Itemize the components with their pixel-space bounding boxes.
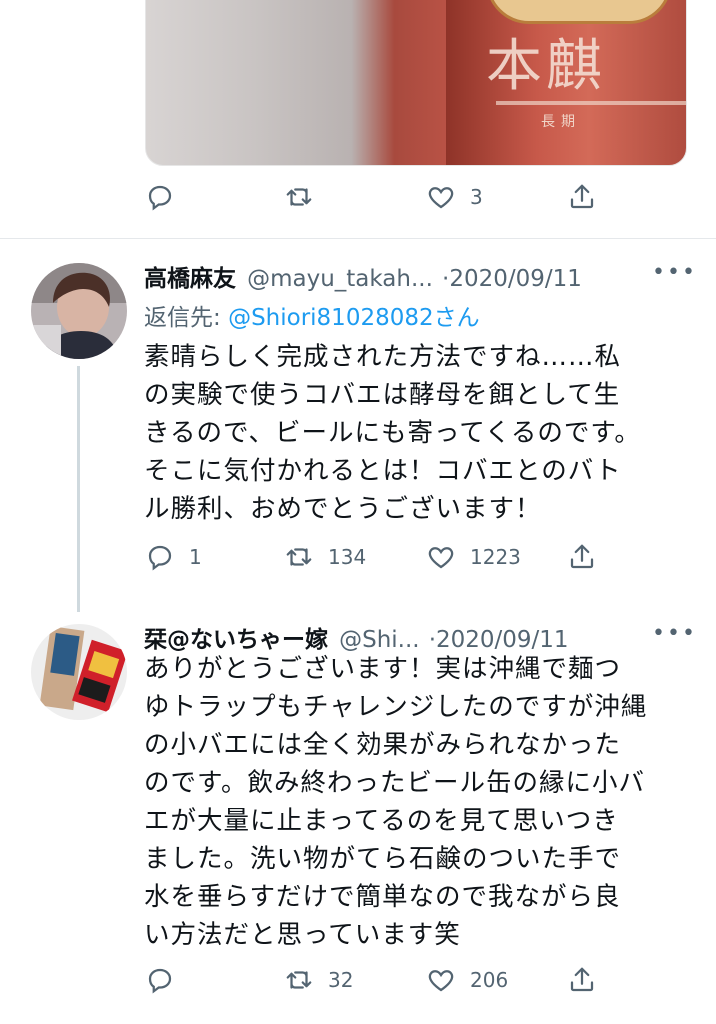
tweet-text-line: のです。飲み終わったビール缶の縁に小バ bbox=[144, 768, 645, 798]
tweet-text-line: 素晴らしく完成された方法ですね……私 bbox=[144, 342, 622, 372]
tweet-header: 栞@ないちゃー嫁 @Shi... ·2020/09/11 bbox=[144, 620, 569, 654]
tweet-text: ありがとうございます！実は沖縄で麺つ ゆトラップもチャレンジしたのですが沖縄 の… bbox=[144, 650, 704, 954]
share-icon bbox=[570, 967, 594, 992]
tweet-text-line: い方法だと思っています笑 bbox=[144, 920, 461, 950]
tweet-text: 素晴らしく完成された方法ですね……私 の実験で使うコバエは酵母を餌として生 きる… bbox=[144, 338, 704, 528]
like-count: 1223 bbox=[470, 545, 521, 569]
retweet-icon bbox=[286, 971, 312, 989]
heart-icon bbox=[428, 187, 454, 209]
like-button[interactable]: 3 bbox=[426, 182, 483, 212]
avatar[interactable] bbox=[31, 263, 127, 359]
tweet-text-line: きるので、ビールにも寄ってくるのです。 bbox=[144, 418, 641, 448]
more-icon[interactable]: ••• bbox=[652, 260, 697, 285]
tweet-text-line: ました。洗い物がてら石鹸のついた手で bbox=[144, 844, 622, 874]
reply-count: 1 bbox=[189, 545, 202, 569]
tweet-text-line: そこに気付かれるとは！コバエとのバト bbox=[144, 456, 622, 486]
reply-button[interactable] bbox=[145, 965, 189, 995]
tweet-text-line: ありがとうございます！実は沖縄で麺つ bbox=[144, 654, 622, 684]
share-icon bbox=[570, 184, 594, 209]
heart-icon bbox=[428, 970, 454, 992]
reply-to-label: 返信先: bbox=[144, 305, 221, 331]
tweet-text-line: の実験で使うコバエは酵母を餌として生 bbox=[144, 380, 621, 410]
avatar-image bbox=[31, 263, 127, 359]
reply-icon bbox=[148, 185, 172, 211]
reply-icon bbox=[148, 545, 172, 571]
thread-connector bbox=[77, 366, 80, 612]
tweet-text-line: エが大量に止まってるのを見て思いつき bbox=[144, 806, 619, 836]
retweet-icon bbox=[286, 188, 312, 206]
share-button[interactable] bbox=[567, 965, 597, 995]
tweet-header: 高橋麻友 @mayu_takah... ·2020/09/11 bbox=[144, 259, 582, 293]
share-icon bbox=[570, 544, 594, 569]
tweet-date[interactable]: 2020/09/11 bbox=[449, 266, 582, 292]
tweet-photo[interactable]: 本麒 長期 bbox=[145, 0, 687, 166]
share-button[interactable] bbox=[567, 542, 597, 572]
can-label-text: 本麒 bbox=[486, 34, 606, 99]
like-button[interactable]: 1223 bbox=[426, 542, 521, 572]
tweet-text-line: 水を垂らすだけで簡単なので我ながら良 bbox=[144, 882, 621, 912]
reply-button[interactable]: 1 bbox=[145, 542, 202, 572]
avatar-image bbox=[31, 624, 127, 720]
retweet-icon bbox=[286, 548, 312, 566]
retweet-button[interactable]: 134 bbox=[284, 542, 366, 572]
like-count: 206 bbox=[470, 968, 509, 992]
can-label-small-text: 長期 bbox=[541, 114, 581, 130]
share-button[interactable] bbox=[567, 182, 597, 212]
more-icon[interactable]: ••• bbox=[652, 621, 697, 646]
like-button[interactable]: 206 bbox=[426, 965, 508, 995]
like-count: 3 bbox=[470, 185, 483, 209]
reply-icon bbox=[148, 968, 172, 994]
handle[interactable]: @mayu_takah... bbox=[247, 266, 433, 292]
heart-icon bbox=[428, 547, 454, 569]
retweet-count: 32 bbox=[328, 968, 354, 992]
tweet-divider bbox=[0, 238, 716, 239]
reply-to: 返信先: @Shiori81028082さん bbox=[144, 298, 480, 332]
retweet-button[interactable]: 32 bbox=[284, 965, 353, 995]
can-label-stripe bbox=[496, 101, 686, 105]
display-name[interactable]: 高橋麻友 bbox=[144, 266, 236, 292]
avatar[interactable] bbox=[31, 624, 127, 720]
retweet-button[interactable] bbox=[284, 182, 328, 212]
retweet-count: 134 bbox=[328, 545, 367, 569]
tweet-text-line: ゆトラップもチャレンジしたのですが沖縄 bbox=[144, 692, 648, 722]
reply-to-handle[interactable]: @Shiori81028082さん bbox=[228, 305, 480, 331]
reply-button[interactable] bbox=[145, 182, 189, 212]
tweet-text-line: の小バエには全く効果がみられなかった bbox=[144, 730, 622, 760]
tweet-text-line: ル勝利、おめでとうございます！ bbox=[144, 494, 542, 524]
